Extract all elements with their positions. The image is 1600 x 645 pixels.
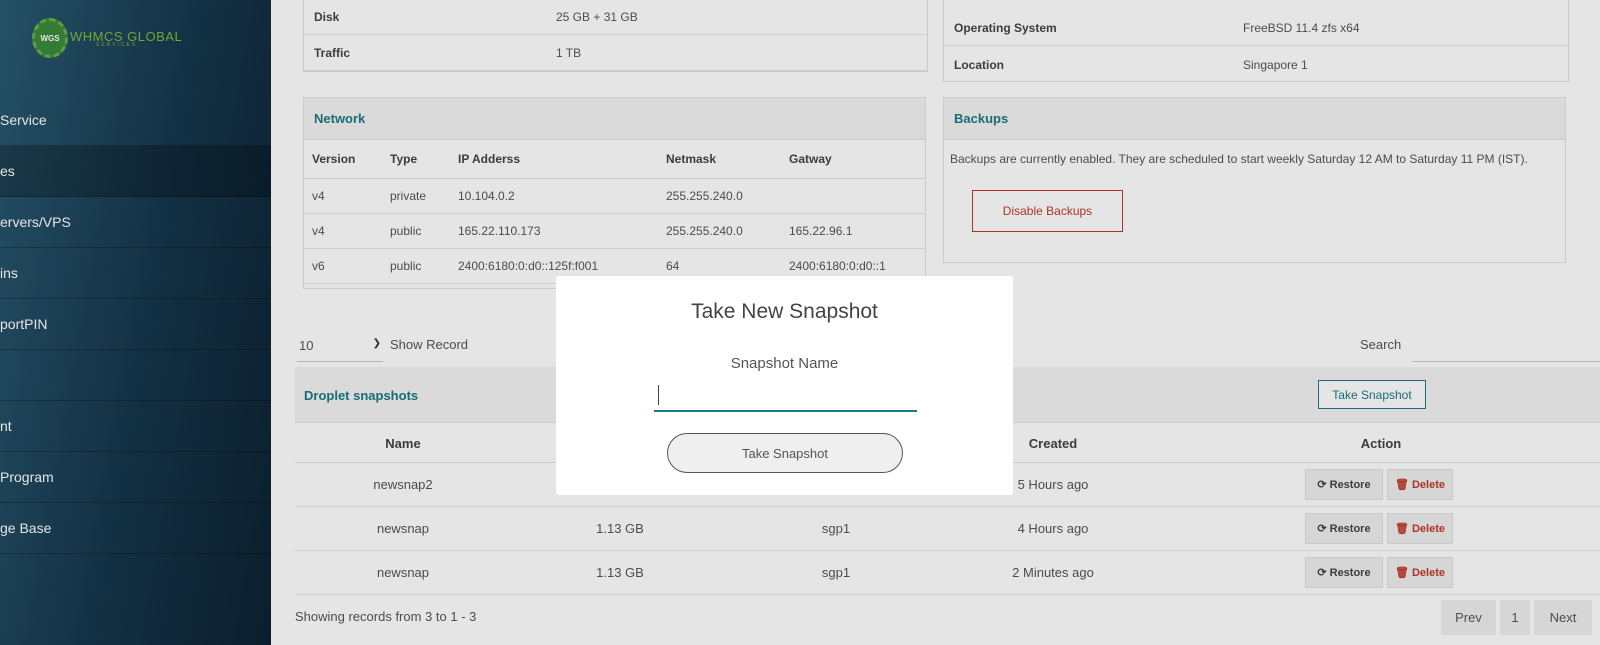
snapshot-name-label: Snapshot Name xyxy=(730,355,839,372)
modal-take-snapshot-button[interactable]: Take Snapshot xyxy=(667,433,903,473)
modal-title: Take New Snapshot xyxy=(691,300,878,323)
text-caret xyxy=(658,385,659,405)
snapshot-name-input[interactable] xyxy=(654,382,917,412)
take-snapshot-modal: Take New Snapshot Snapshot Name Take Sna… xyxy=(556,276,1013,495)
